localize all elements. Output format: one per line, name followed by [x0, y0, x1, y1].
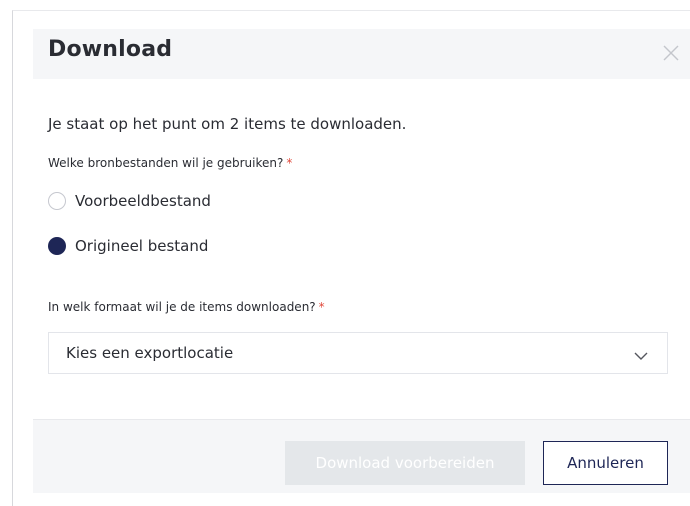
required-marker: *: [318, 300, 325, 314]
source-question-label: Welke bronbestanden wil je gebruiken? *: [48, 156, 292, 170]
chevron-down-icon: [633, 347, 649, 360]
radio-label: Origineel bestand: [75, 237, 209, 255]
radio-label: Voorbeeldbestand: [75, 192, 211, 210]
format-question-text: In welk formaat wil je de items download…: [48, 300, 316, 314]
radio-voorbeeldbestand[interactable]: Voorbeeldbestand: [48, 190, 211, 212]
radio-checked-icon[interactable]: [48, 237, 66, 255]
required-marker: *: [286, 156, 293, 170]
radio-unchecked-icon[interactable]: [48, 192, 66, 210]
source-question-text: Welke bronbestanden wil je gebruiken?: [48, 156, 284, 170]
dialog-title: Download: [48, 37, 173, 62]
export-location-select[interactable]: Kies een exportlocatie: [48, 332, 668, 374]
download-dialog: Download Je staat op het punt om 2 items…: [12, 10, 690, 506]
radio-origineel-bestand[interactable]: Origineel bestand: [48, 235, 208, 257]
format-question-label: In welk formaat wil je de items download…: [48, 300, 325, 314]
close-icon[interactable]: [659, 41, 683, 65]
cancel-button[interactable]: Annuleren: [543, 441, 668, 485]
dialog-header: Download: [33, 29, 690, 79]
dialog-footer: Download voorbereiden Annuleren: [33, 419, 690, 493]
select-value: Kies een exportlocatie: [66, 344, 234, 362]
intro-text: Je staat op het punt om 2 items te downl…: [48, 115, 407, 133]
prepare-download-button[interactable]: Download voorbereiden: [285, 441, 525, 485]
